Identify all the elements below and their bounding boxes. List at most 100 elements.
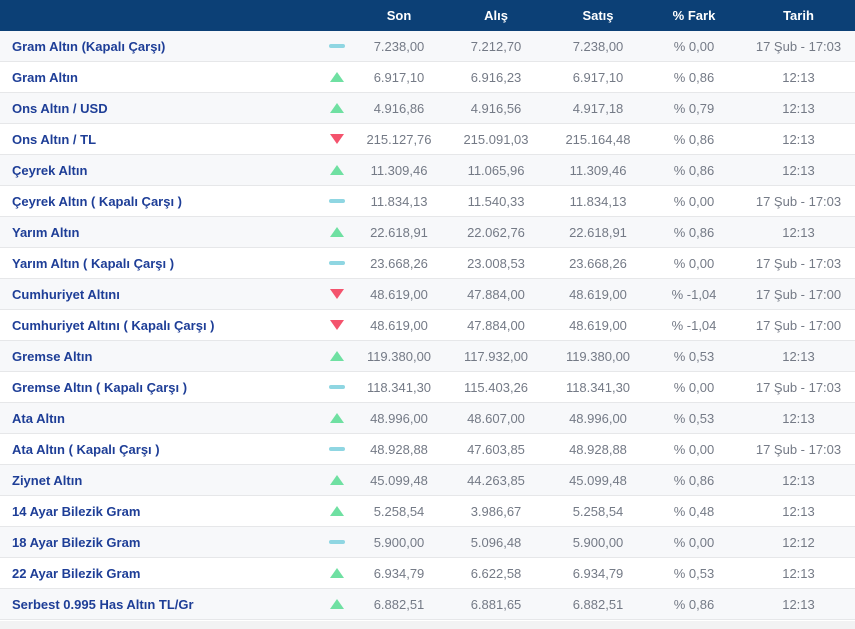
column-header-tarih: Tarih [783, 8, 814, 23]
trend-up-icon [330, 475, 344, 485]
alis-value: 22.062,76 [467, 224, 525, 240]
tarih-value: 12:13 [782, 565, 815, 581]
trend-up-icon [330, 165, 344, 175]
instrument-name-link[interactable]: Yarım Altın [0, 225, 318, 240]
instrument-name-link[interactable]: Çeyrek Altın ( Kapalı Çarşı ) [0, 194, 318, 209]
instrument-name-link[interactable]: Cumhuriyet Altını [0, 287, 318, 302]
fark-value: % 0,00 [673, 441, 715, 457]
table-row[interactable]: Gram Altın 6.917,10 6.916,23 6.917,10 % … [0, 62, 855, 93]
table-row[interactable]: Ziynet Altın 45.099,48 44.263,85 45.099,… [0, 465, 855, 496]
table-row[interactable]: Yarım Altın 22.618,91 22.062,76 22.618,9… [0, 217, 855, 248]
table-row[interactable]: Ata Altın 48.996,00 48.607,00 48.996,00 … [0, 403, 855, 434]
satis-value: 11.309,46 [569, 162, 627, 178]
trend-flat-icon [329, 385, 345, 389]
son-value: 45.099,48 [370, 472, 428, 488]
fark-value: % 0,86 [673, 162, 715, 178]
fark-value: % 0,86 [673, 224, 715, 240]
alis-value: 5.096,48 [470, 534, 522, 550]
fark-value: % 0,86 [673, 69, 715, 85]
instrument-name-link[interactable]: Gram Altın (Kapalı Çarşı) [0, 39, 318, 54]
satis-value: 6.934,79 [572, 565, 624, 581]
table-row[interactable]: Çeyrek Altın ( Kapalı Çarşı ) 11.834,13 … [0, 186, 855, 217]
fark-value: % 0,86 [673, 472, 715, 488]
table-row[interactable]: Ata Altın ( Kapalı Çarşı ) 48.928,88 47.… [0, 434, 855, 465]
son-value: 6.917,10 [373, 69, 425, 85]
son-value: 48.619,00 [370, 317, 428, 333]
alis-value: 6.916,23 [470, 69, 522, 85]
son-value: 11.834,13 [370, 193, 428, 209]
son-value: 118.341,30 [366, 379, 432, 395]
tarih-value: 17 Şub - 17:03 [755, 441, 842, 457]
trend-flat-icon [329, 199, 345, 203]
son-value: 22.618,91 [370, 224, 428, 240]
fark-value: % 0,00 [673, 379, 715, 395]
tarih-value: 17 Şub - 17:03 [755, 255, 842, 271]
satis-value: 215.164,48 [565, 131, 631, 147]
tarih-value: 12:13 [782, 100, 815, 116]
satis-value: 23.668,26 [569, 255, 627, 271]
son-value: 23.668,26 [370, 255, 428, 271]
instrument-name-link[interactable]: Yarım Altın ( Kapalı Çarşı ) [0, 256, 318, 271]
fark-value: % 0,79 [673, 100, 715, 116]
satis-value: 4.917,18 [572, 100, 624, 116]
instrument-name-link[interactable]: Ziynet Altın [0, 473, 318, 488]
trend-up-icon [330, 227, 344, 237]
instrument-name-link[interactable]: Çeyrek Altın [0, 163, 318, 178]
table-row[interactable]: Cumhuriyet Altını 48.619,00 47.884,00 48… [0, 279, 855, 310]
satis-value: 48.928,88 [569, 441, 627, 457]
fark-value: % 0,00 [673, 255, 715, 271]
instrument-name-link[interactable]: 18 Ayar Bilezik Gram [0, 535, 318, 550]
satis-value: 118.341,30 [565, 379, 631, 395]
satis-value: 11.834,13 [569, 193, 627, 209]
trend-down-icon [330, 134, 344, 144]
alis-value: 48.607,00 [467, 410, 525, 426]
tarih-value: 12:13 [782, 131, 815, 147]
alis-value: 11.540,33 [467, 193, 525, 209]
table-row[interactable]: Ons Altın / TL 215.127,76 215.091,03 215… [0, 124, 855, 155]
instrument-name-link[interactable]: Ata Altın ( Kapalı Çarşı ) [0, 442, 318, 457]
instrument-name-link[interactable]: 22 Ayar Bilezik Gram [0, 566, 318, 581]
table-row[interactable]: Serbest 0.995 Has Altın TL/Gr 6.882,51 6… [0, 589, 855, 620]
table-row[interactable]: Cumhuriyet Altını ( Kapalı Çarşı ) 48.61… [0, 310, 855, 341]
table-row[interactable]: Çeyrek Altın 11.309,46 11.065,96 11.309,… [0, 155, 855, 186]
fark-value: % 0,86 [673, 131, 715, 147]
fark-value: % 0,00 [673, 193, 715, 209]
alis-value: 115.403,26 [463, 379, 529, 395]
table-row[interactable]: 18 Ayar Bilezik Gram 5.900,00 5.096,48 5… [0, 527, 855, 558]
instrument-name-link[interactable]: Serbest 0.995 Has Altın TL/Gr [0, 597, 318, 612]
table-row[interactable]: Gremse Altın 119.380,00 117.932,00 119.3… [0, 341, 855, 372]
alis-value: 4.916,56 [470, 100, 522, 116]
instrument-name-link[interactable]: Gram Altın [0, 70, 318, 85]
table-row[interactable]: 22 Ayar Bilezik Gram 6.934,79 6.622,58 6… [0, 558, 855, 589]
alis-value: 215.091,03 [463, 131, 529, 147]
tarih-value: 17 Şub - 17:03 [755, 38, 842, 54]
table-row[interactable]: 14 Ayar Bilezik Gram 5.258,54 3.986,67 5… [0, 496, 855, 527]
fark-value: % 0,53 [673, 565, 715, 581]
instrument-name-link[interactable]: Gremse Altın ( Kapalı Çarşı ) [0, 380, 318, 395]
tarih-value: 12:13 [782, 596, 815, 612]
satis-value: 48.619,00 [569, 286, 627, 302]
instrument-name-link[interactable]: Ons Altın / TL [0, 132, 318, 147]
instrument-name-link[interactable]: 14 Ayar Bilezik Gram [0, 504, 318, 519]
table-row[interactable]: Gram Altın (Kapalı Çarşı) 7.238,00 7.212… [0, 31, 855, 62]
instrument-name-link[interactable]: Gremse Altın [0, 349, 318, 364]
satis-value: 6.882,51 [572, 596, 624, 612]
alis-value: 47.603,85 [467, 441, 525, 457]
table-row[interactable]: Yarım Altın ( Kapalı Çarşı ) 23.668,26 2… [0, 248, 855, 279]
column-header-son: Son [386, 8, 412, 23]
tarih-value: 17 Şub - 17:00 [755, 317, 842, 333]
satis-value: 22.618,91 [569, 224, 627, 240]
trend-down-icon [330, 289, 344, 299]
trend-down-icon [330, 320, 344, 330]
tarih-value: 17 Şub - 17:03 [755, 379, 842, 395]
gold-prices-table: Son Alış Satış % Fark Tarih Gram Altın (… [0, 0, 855, 629]
instrument-name-link[interactable]: Ata Altın [0, 411, 318, 426]
column-header-fark: % Fark [672, 8, 716, 23]
column-header-satis: Satış [582, 8, 614, 23]
instrument-name-link[interactable]: Ons Altın / USD [0, 101, 318, 116]
satis-value: 5.258,54 [572, 503, 624, 519]
instrument-name-link[interactable]: Cumhuriyet Altını ( Kapalı Çarşı ) [0, 318, 318, 333]
tarih-value: 12:13 [782, 224, 815, 240]
table-row[interactable]: Gremse Altın ( Kapalı Çarşı ) 118.341,30… [0, 372, 855, 403]
table-row[interactable]: Ons Altın / USD 4.916,86 4.916,56 4.917,… [0, 93, 855, 124]
